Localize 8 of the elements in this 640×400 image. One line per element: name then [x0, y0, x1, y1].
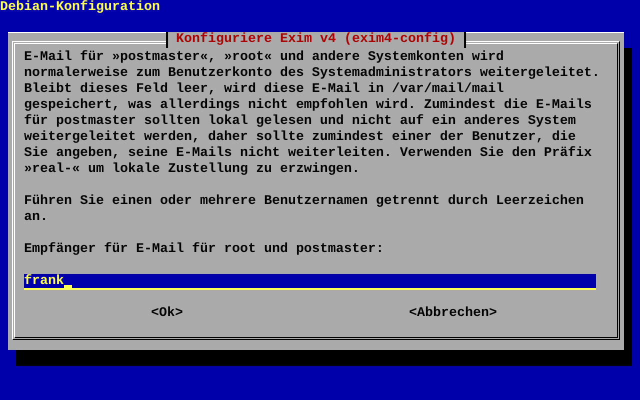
dialog-title: Konfiguriere Exim v4 (exim4-config): [166, 32, 466, 48]
text-input-field[interactable]: frank: [24, 274, 596, 290]
description-text: E-Mail für »postmaster«, »root« und andere Systemkonten wird normalerweise zum Benutzerkonto des Systemadministrators weitergeleitet. Bleibt dieses Feld leer, wird diese E-Mail in /var/mail/mail gespeichert, was allerdings nicht empfohlen wird. Zumindest die E-Mails für postmaster sollten lokal gelesen und nicht auf ein anderes System weitergeleitet werden, daher sollte zumindest einer der Benutzer, die Sie angeben, seine E-Mails nicht weiterleiten. Verwenden Sie den Präfix »real-« um lokale Zustellung zu erzwingen.: [24, 50, 600, 178]
screen-title: Debian-Konfiguration: [0, 0, 161, 16]
dialog-button[interactable]: <Ok>: [151, 306, 183, 322]
dialog-button[interactable]: <Abbrechen>: [409, 306, 497, 322]
description-text: Führen Sie einen oder mehrere Benutzernamen getrennt durch Leerzeichen an.: [24, 194, 585, 226]
prompt-label: Empfänger für E-Mail für root und postmaster:: [24, 242, 385, 258]
